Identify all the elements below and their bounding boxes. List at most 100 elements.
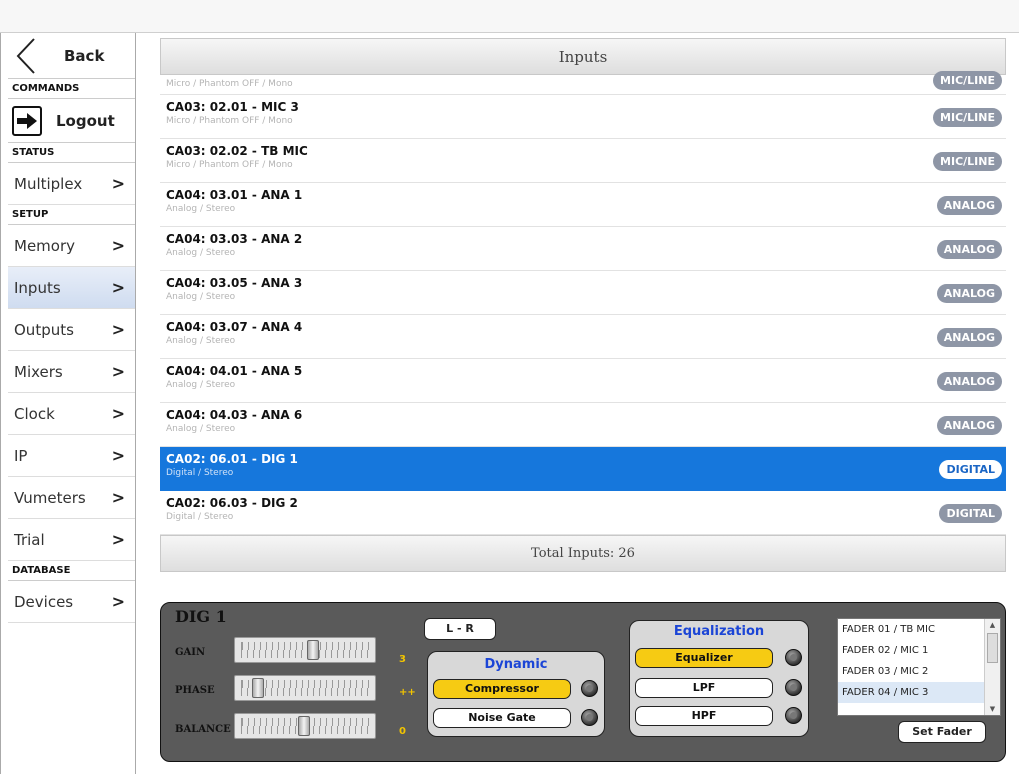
chevron-right-icon: > [111,488,125,507]
back-label: Back [64,46,105,65]
sidebar-item-devices[interactable]: Devices > [8,581,135,623]
input-description: Analog / Stereo [166,380,236,390]
sidebar-item-label: Inputs [14,278,61,297]
input-row[interactable]: CA02: 06.03 - DIG 2 Digital / Stereo DIGIT… [160,491,1006,535]
input-row[interactable]: Micro / Phantom OFF / Mono MIC/LINE [160,71,1006,95]
gain-value: 3 [399,654,406,665]
scroll-thumb[interactable] [987,633,998,663]
gain-slider[interactable] [234,637,376,663]
input-row[interactable]: CA04: 03.05 - ANA 3 Analog / Stereo ANALOG [160,271,1006,315]
chevron-left-icon [8,33,44,79]
sidebar-item-trial[interactable]: Trial > [8,519,135,561]
gain-label: GAIN [175,647,206,658]
input-row[interactable]: CA03: 02.02 - TB MIC Micro / Phantom OFF … [160,139,1006,183]
input-description: Micro / Phantom OFF / Mono [166,116,293,126]
input-description: Analog / Stereo [166,248,236,258]
input-description: Analog / Stereo [166,204,236,214]
input-row[interactable]: CA04: 04.03 - ANA 6 Analog / Stereo ANALOG [160,403,1006,447]
sidebar-item-outputs[interactable]: Outputs > [8,309,135,351]
fader-list[interactable]: FADER 01 / TB MIC FADER 02 / MIC 1 FADER… [837,618,1001,716]
scroll-down-icon[interactable]: ▼ [985,703,1000,715]
lpf-button[interactable]: LPF [635,678,773,698]
input-type-badge: DIGITAL [939,504,1002,523]
input-type-badge: ANALOG [936,196,1002,215]
hpf-button[interactable]: HPF [635,706,773,726]
input-name: CA04: 03.07 - ANA 4 [166,320,303,334]
equalizer-knob-icon[interactable] [785,649,802,666]
input-name: CA04: 03.03 - ANA 2 [166,232,303,246]
input-row[interactable]: CA04: 03.01 - ANA 1 Analog / Stereo ANALOG [160,183,1006,227]
sidebar-item-memory[interactable]: Memory > [8,225,135,267]
input-description: Micro / Phantom OFF / Mono [166,160,293,170]
fader-list-item[interactable]: FADER 03 / MIC 2 [838,661,1000,682]
noise-gate-button[interactable]: Noise Gate [433,708,571,728]
input-type-badge: ANALOG [936,328,1002,347]
inputs-panel: Inputs Micro / Phantom OFF / Mono MIC/LIN… [160,38,1006,572]
sidebar-item-clock[interactable]: Clock > [8,393,135,435]
balance-slider-thumb[interactable] [298,716,310,736]
input-description: Analog / Stereo [166,424,236,434]
section-commands: COMMANDS [8,79,135,99]
sidebar-item-label: Vumeters [14,488,86,507]
sidebar-item-label: Clock [14,404,55,423]
sidebar-item-inputs[interactable]: Inputs > [8,267,135,309]
compressor-knob-icon[interactable] [581,680,598,697]
scroll-up-icon[interactable]: ▲ [985,619,1000,631]
back-button[interactable]: Back [8,33,135,79]
input-description: Analog / Stereo [166,336,236,346]
section-status: STATUS [8,143,135,163]
set-fader-button[interactable]: Set Fader [898,721,986,743]
input-name: CA02: 06.03 - DIG 2 [166,496,298,510]
chevron-right-icon: > [111,174,125,193]
balance-value: 0 [399,726,406,737]
input-row[interactable]: CA04: 03.07 - ANA 4 Analog / Stereo ANALOG [160,315,1006,359]
hpf-knob-icon[interactable] [785,707,802,724]
logout-button[interactable]: Logout [8,99,135,143]
input-name: CA04: 04.03 - ANA 6 [166,408,303,422]
input-type-badge: ANALOG [936,240,1002,259]
phase-slider-thumb[interactable] [252,678,265,698]
phase-label: PHASE [175,685,215,696]
fader-list-item[interactable]: FADER 02 / MIC 1 [838,640,1000,661]
equalization-box: Equalization Equalizer LPF HPF [629,620,809,737]
sidebar-item-multiplex[interactable]: Multiplex > [8,163,135,205]
gain-slider-thumb[interactable] [307,640,320,660]
l-r-button[interactable]: L - R [424,618,496,640]
input-name: CA04: 03.01 - ANA 1 [166,188,303,202]
chevron-right-icon: > [111,592,125,611]
chevron-right-icon: > [111,362,125,381]
sidebar-item-mixers[interactable]: Mixers > [8,351,135,393]
lpf-knob-icon[interactable] [785,679,802,696]
fader-list-item[interactable]: FADER 01 / TB MIC [838,619,1000,640]
input-name: CA02: 06.01 - DIG 1 [166,452,298,466]
phase-slider[interactable] [234,675,376,701]
inputs-list[interactable]: Micro / Phantom OFF / Mono MIC/LINE CA03: … [160,71,1006,535]
input-name: CA04: 04.01 - ANA 5 [166,364,303,378]
sidebar-item-vumeters[interactable]: Vumeters > [8,477,135,519]
input-type-badge: MIC/LINE [933,71,1002,90]
sidebar-item-label: Trial [14,530,45,549]
input-row[interactable]: CA02: 06.01 - DIG 1 Digital / Stereo DIGIT… [160,447,1006,491]
dynamic-box: Dynamic Compressor Noise Gate [427,651,605,737]
input-row[interactable]: CA04: 03.03 - ANA 2 Analog / Stereo ANALOG [160,227,1006,271]
input-type-badge: ANALOG [936,372,1002,391]
balance-slider[interactable] [234,713,376,739]
logout-arrow-icon [12,105,42,136]
sidebar-item-label: Outputs [14,320,74,339]
compressor-button[interactable]: Compressor [433,679,571,699]
input-row[interactable]: CA03: 02.01 - MIC 3 Micro / Phantom OFF /… [160,95,1006,139]
input-description: Digital / Stereo [166,512,234,522]
chevron-right-icon: > [111,278,125,297]
noise-gate-knob-icon[interactable] [581,709,598,726]
logout-label: Logout [56,111,115,130]
fader-list-item[interactable]: FADER 04 / MIC 3 [838,682,1000,703]
equalizer-button[interactable]: Equalizer [635,648,773,668]
input-type-badge: ANALOG [936,416,1002,435]
equalization-title: Equalization [673,624,765,639]
input-row[interactable]: CA04: 04.01 - ANA 5 Analog / Stereo ANALOG [160,359,1006,403]
sidebar-item-label: IP [14,446,28,465]
chevron-right-icon: > [111,446,125,465]
sidebar-item-ip[interactable]: IP > [8,435,135,477]
slider-ticks [241,642,369,650]
fader-list-scrollbar[interactable]: ▲ ▼ [984,619,1000,715]
